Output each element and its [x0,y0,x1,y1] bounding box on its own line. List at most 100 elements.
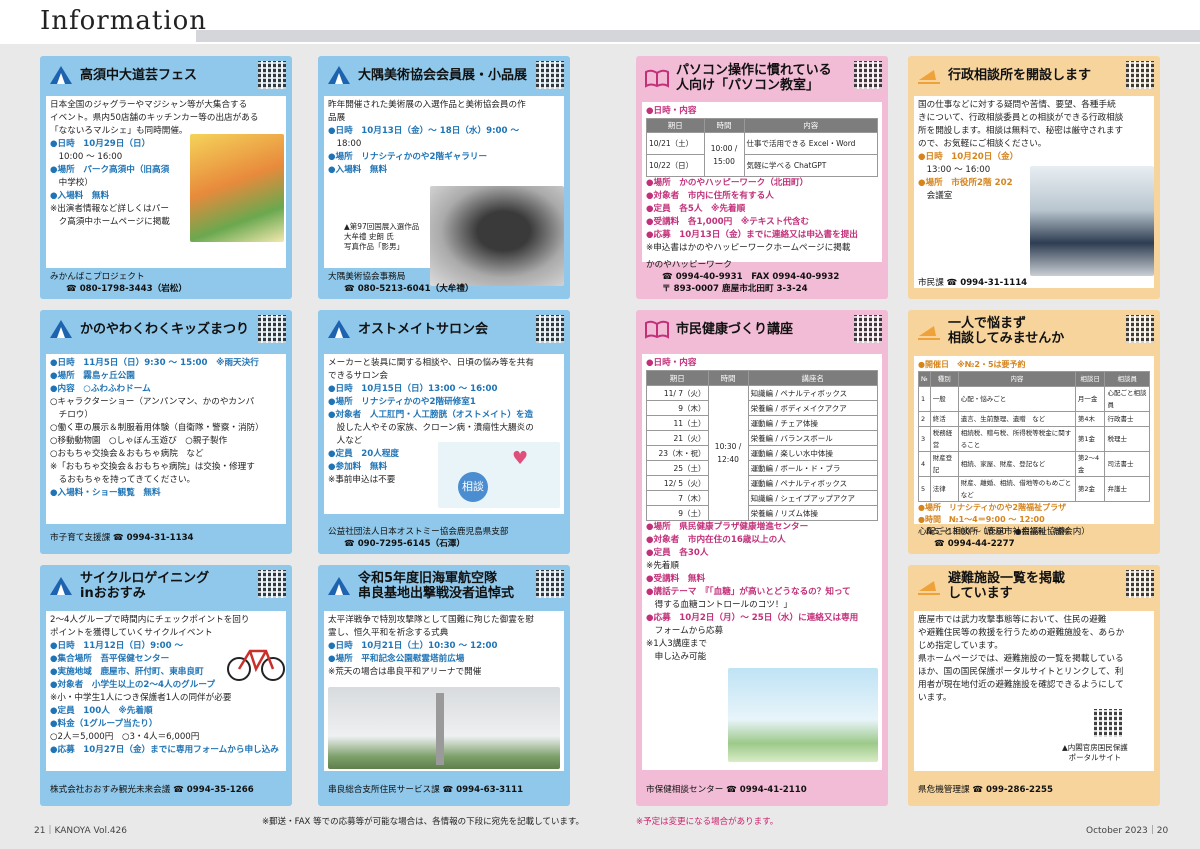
contact-org: 公益社団法人日本オストミー協会鹿児島県支部 [328,527,509,537]
table-cell: 10/22（日） [646,154,705,177]
mail-note: ※郵送・FAX 等での応募等が可能な場合は、各情報の下段に宛先を記載しています。 [262,817,584,827]
qr-code-icon[interactable] [854,61,882,89]
qr-code-icon[interactable] [258,61,286,89]
table-cell: 内容 [743,118,879,133]
contact-tel[interactable]: ☎ 0994-31-1114 [947,278,1028,288]
bicycle-icon [227,649,285,681]
table-cell: 種別 [929,371,959,387]
contact-org: 市子育て支援課 [50,533,111,543]
qr-code-icon[interactable] [854,315,882,343]
table-cell: 10/21（土） [646,132,705,155]
qr-code-icon[interactable] [536,61,564,89]
table-cell: 司法書士 [1104,451,1150,477]
table-cell: 1 [918,386,931,412]
page-title: Information [40,6,208,36]
card-title: 市民健康づくり講座 [676,321,794,337]
table-cell: 税務経営 [929,426,959,452]
consult-table: № 種別 内容 相談日 相談員 1 一般 心配・悩みごと 月一金 心配ごと相談員 2 終活 遺言、生… [918,371,1150,502]
heart-icon: ♥ [512,448,529,469]
qr-code-icon[interactable] [1126,61,1154,89]
contact-org: 串良総合支所住民サービス課 [328,785,440,795]
contact-tel[interactable]: ☎ 0994-41-2110 [726,785,807,795]
table-cell: 4 [918,451,931,477]
qr-code-icon[interactable] [536,570,564,598]
schedule-table: 期日 時間 内容 10/21（土） 10:00 / 15:00 仕事で活用できる Exc… [646,118,879,177]
table-cell: 9（土） [646,505,709,521]
table-cell: 7（木） [646,490,709,506]
header-bar [196,30,1200,42]
table-cell: 知識編 / シェイプアップアクア [747,490,879,506]
tent-icon [328,66,350,84]
contact-org: 大隅美術協会事務局 [328,272,406,282]
course-table: 期日 時間 講座名 11/ 7（火） 10:30 / 12:40 知識編 / ペナルティ… [646,370,879,521]
card-pc-class: パソコン操作に慣れている 人向け「パソコン教室」 ●日時・内容 期日 時間 内容 10… [636,56,888,299]
megaphone-icon [918,581,940,595]
table-cell: 第2金 [1074,476,1106,502]
card-title: オストメイトサロン会 [358,321,489,337]
contact-org: かのやハッピーワーク [646,260,732,270]
portal-qr-code-icon[interactable] [1094,709,1122,737]
table-cell: 法律 [929,476,959,502]
table-cell: 税理士 [1104,426,1150,452]
table-cell: 11（土） [646,415,709,431]
card-ostomate: オストメイトサロン会 メーカーと装具に関する相談や、日頃の悩み等を共有 できるサ… [318,310,570,554]
table-cell: 気軽に学べる ChatGPT [743,154,879,177]
table-cell: 財産、離婚、相続、借地等のもめごと など [957,476,1078,502]
table-cell: 時間 [707,370,749,386]
page-footer-left: 21｜KANOYA Vol.426 [34,826,127,836]
contact-tel[interactable]: ☎ 0994-44-2277 [918,538,1154,550]
card-cycle: サイクルロゲイニング inおおすみ 2～4人グループで時間内にチェックポイントを回… [40,565,292,806]
table-cell: 運動編 / ボール・ド・ブラ [747,460,879,476]
card-title: パソコン操作に慣れている [676,63,832,78]
table-cell: 10:00 / 15:00 [703,132,745,177]
qr-code-icon[interactable] [258,315,286,343]
table-cell: 期日 [646,118,705,133]
contact-org: 市保健相談センター [646,785,724,795]
table-cell: 仕事で活用できる Excel・Word [743,132,879,155]
contact-tel[interactable]: ☎ 090-7295-6145（石澤） [328,538,564,550]
table-cell: 2 [918,411,931,427]
card-gyosei: 行政相談所を開設します 国の仕事などに対する疑問や苦情、要望、各種手続 きについ… [908,56,1160,299]
tent-icon [50,577,72,595]
table-cell: 一般 [929,386,959,412]
table-cell: 知識編 / ペナルティボックス [747,385,879,401]
table-cell: 栄養編 / リズム体操 [747,505,879,521]
contact-address: 〒 893-0007 鹿屋市北田町 3-3-24 [662,284,808,294]
page-footer-right: October 2023｜20 [1086,826,1169,836]
table-cell: 3 [918,426,931,452]
qr-code-icon[interactable] [1126,570,1154,598]
card-title: サイクルロゲイニング [80,571,210,586]
contact-tel[interactable]: ☎ 099-286-2255 [972,785,1053,795]
consultation-photo [1030,166,1154,276]
table-cell: 12/ 5（火） [646,475,709,491]
tent-icon [50,320,72,338]
change-note: ※予定は変更になる場合があります。 [636,817,779,827]
card-title: かのやわくわくキッズまつり [80,321,250,337]
table-cell: 栄養編 / ボディメイクアクア [747,400,879,416]
event-poster-image [190,134,284,242]
contact-tel[interactable]: ☎ 0994-35-1266 [173,785,254,795]
table-cell: 講座名 [747,370,879,386]
table-cell: 終活 [929,411,959,427]
table-cell: 運動編 / チェア体操 [747,415,879,431]
contact-tel[interactable]: ☎ 0994-63-3111 [442,785,523,795]
card-bijutsu: 大隅美術協会会員展・小品展 昨年開催された美術展の入選作品と美術協会員の作 品展… [318,56,570,299]
qr-code-icon[interactable] [536,315,564,343]
tent-icon [50,66,72,84]
qr-code-icon[interactable] [258,570,286,598]
open-book-icon [645,320,669,339]
card-kids: かのやわくわくキッズまつり ●日時 11月5日（日）9:30 ～ 15:00 ※… [40,310,292,554]
contact-tel[interactable]: ☎ 080-5213-6041（大牟禮） [328,283,564,295]
table-cell: 相続税、贈与税、所得税等税金に関すること [957,426,1076,452]
card-title: 避難施設一覧を掲載 [948,571,1066,586]
table-cell: 月一金 [1074,386,1106,412]
page-header: Information [0,0,1200,44]
table-cell: 運動編 / ペナルティボックス [747,475,879,491]
qr-code-icon[interactable] [1126,315,1154,343]
megaphone-icon [918,70,940,84]
table-cell: 時間 [703,118,745,133]
contact-tel[interactable]: ☎ 0994-31-1134 [113,533,194,543]
card-title: 行政相談所を開設します [948,67,1092,83]
contact-tel[interactable]: ☎ 0994-40-9931 FAX 0994-40-9932 [646,271,882,283]
contact-tel[interactable]: ☎ 080-1798-3443（岩松） [50,283,286,295]
